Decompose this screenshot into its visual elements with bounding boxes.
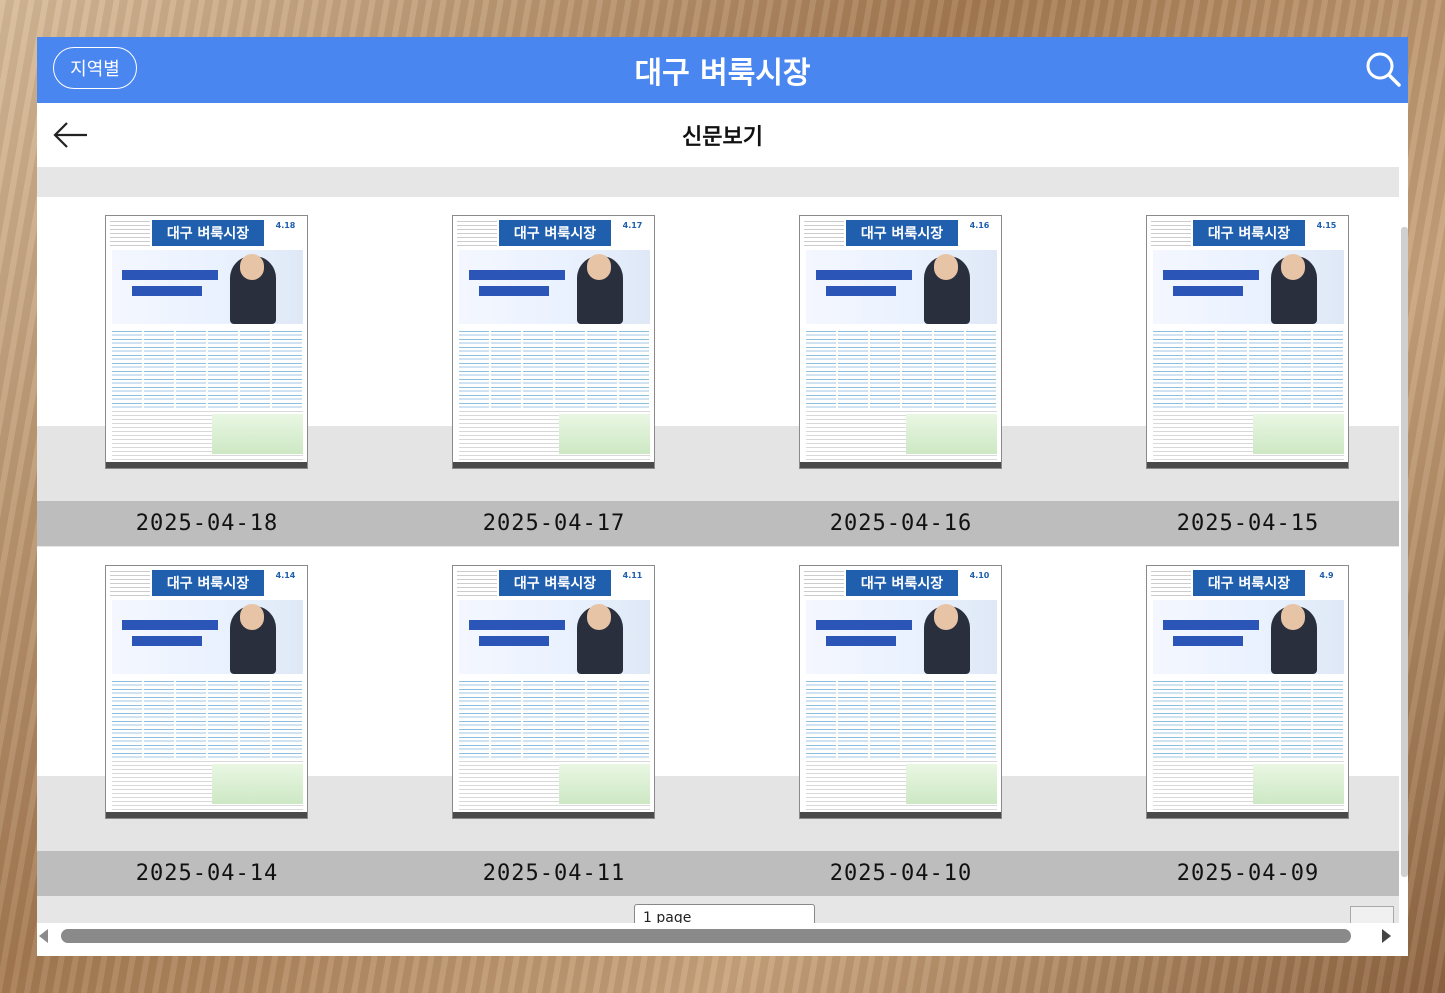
masthead: 대구 벼룩시장 bbox=[846, 220, 958, 246]
horizontal-scrollbar[interactable] bbox=[37, 923, 1399, 949]
newspaper-item[interactable]: 대구 벼룩시장 4.18 2025-04-18 bbox=[37, 197, 377, 546]
issue-number: 4.14 bbox=[275, 571, 296, 580]
newspaper-row: 대구 벼룩시장 4.18 2025-04-18 대구 벼룩시장 4.17 2025-… bbox=[37, 197, 1399, 546]
newspaper-thumbnail[interactable]: 대구 벼룩시장 4.15 bbox=[1146, 215, 1349, 469]
issue-number: 4.11 bbox=[622, 571, 643, 580]
newspaper-date: 2025-04-09 bbox=[1176, 861, 1320, 886]
app-frame: 지역별 대구 벼룩시장 신문보기 대구 벼룩시장 4.18 2025-04-18… bbox=[37, 37, 1408, 956]
newspaper-item[interactable]: 대구 벼룩시장 4.16 2025-04-16 bbox=[731, 197, 1071, 546]
masthead: 대구 벼룩시장 bbox=[499, 220, 611, 246]
scrollbar-thumb[interactable] bbox=[61, 929, 1351, 943]
top-bar: 지역별 대구 벼룩시장 bbox=[37, 37, 1408, 103]
region-select-button[interactable]: 지역별 bbox=[53, 47, 137, 89]
issue-number: 4.18 bbox=[275, 221, 296, 230]
masthead: 대구 벼룩시장 bbox=[152, 220, 264, 246]
masthead: 대구 벼룩시장 bbox=[499, 570, 611, 596]
newspaper-item[interactable]: 대구 벼룩시장 4.14 2025-04-14 bbox=[37, 547, 377, 896]
newspaper-date: 2025-04-18 bbox=[135, 511, 279, 536]
issue-number: 4.17 bbox=[622, 221, 643, 230]
newspaper-date: 2025-04-11 bbox=[482, 861, 626, 886]
scroll-right-icon[interactable] bbox=[1382, 929, 1391, 943]
newspaper-thumbnail[interactable]: 대구 벼룩시장 4.16 bbox=[799, 215, 1002, 469]
newspaper-date: 2025-04-14 bbox=[135, 861, 279, 886]
masthead: 대구 벼룩시장 bbox=[846, 570, 958, 596]
newspaper-item[interactable]: 대구 벼룩시장 4.10 2025-04-10 bbox=[731, 547, 1071, 896]
app-title: 대구 벼룩시장 bbox=[634, 56, 811, 91]
issue-number: 4.15 bbox=[1316, 221, 1337, 230]
list-top-strip bbox=[37, 167, 1399, 197]
page-title: 신문보기 bbox=[682, 125, 763, 150]
issue-number: 4.16 bbox=[969, 221, 990, 230]
masthead: 대구 벼룩시장 bbox=[1193, 570, 1305, 596]
newspaper-thumbnail[interactable]: 대구 벼룩시장 4.9 bbox=[1146, 565, 1349, 819]
newspaper-list: 대구 벼룩시장 4.18 2025-04-18 대구 벼룩시장 4.17 2025-… bbox=[37, 167, 1399, 937]
issue-number: 4.9 bbox=[1319, 571, 1334, 580]
newspaper-thumbnail[interactable]: 대구 벼룩시장 4.11 bbox=[452, 565, 655, 819]
newspaper-item[interactable]: 대구 벼룩시장 4.9 2025-04-09 bbox=[1078, 547, 1408, 896]
newspaper-thumbnail[interactable]: 대구 벼룩시장 4.17 bbox=[452, 215, 655, 469]
sub-header: 신문보기 bbox=[37, 103, 1408, 167]
masthead: 대구 벼룩시장 bbox=[152, 570, 264, 596]
newspaper-row: 대구 벼룩시장 4.14 2025-04-14 대구 벼룩시장 4.11 2025-… bbox=[37, 547, 1399, 896]
masthead: 대구 벼룩시장 bbox=[1193, 220, 1305, 246]
newspaper-thumbnail[interactable]: 대구 벼룩시장 4.18 bbox=[105, 215, 308, 469]
newspaper-thumbnail[interactable]: 대구 벼룩시장 4.10 bbox=[799, 565, 1002, 819]
vertical-scrollbar[interactable] bbox=[1401, 227, 1408, 877]
newspaper-thumbnail[interactable]: 대구 벼룩시장 4.14 bbox=[105, 565, 308, 819]
newspaper-item[interactable]: 대구 벼룩시장 4.11 2025-04-11 bbox=[384, 547, 724, 896]
arrow-left-icon[interactable] bbox=[51, 117, 91, 153]
newspaper-date: 2025-04-15 bbox=[1176, 511, 1320, 536]
newspaper-date: 2025-04-16 bbox=[829, 511, 973, 536]
newspaper-item[interactable]: 대구 벼룩시장 4.15 2025-04-15 bbox=[1078, 197, 1408, 546]
newspaper-item[interactable]: 대구 벼룩시장 4.17 2025-04-17 bbox=[384, 197, 724, 546]
issue-number: 4.10 bbox=[969, 571, 990, 580]
scroll-left-icon[interactable] bbox=[39, 929, 48, 943]
newspaper-date: 2025-04-10 bbox=[829, 861, 973, 886]
newspaper-date: 2025-04-17 bbox=[482, 511, 626, 536]
search-icon[interactable] bbox=[1363, 49, 1403, 89]
